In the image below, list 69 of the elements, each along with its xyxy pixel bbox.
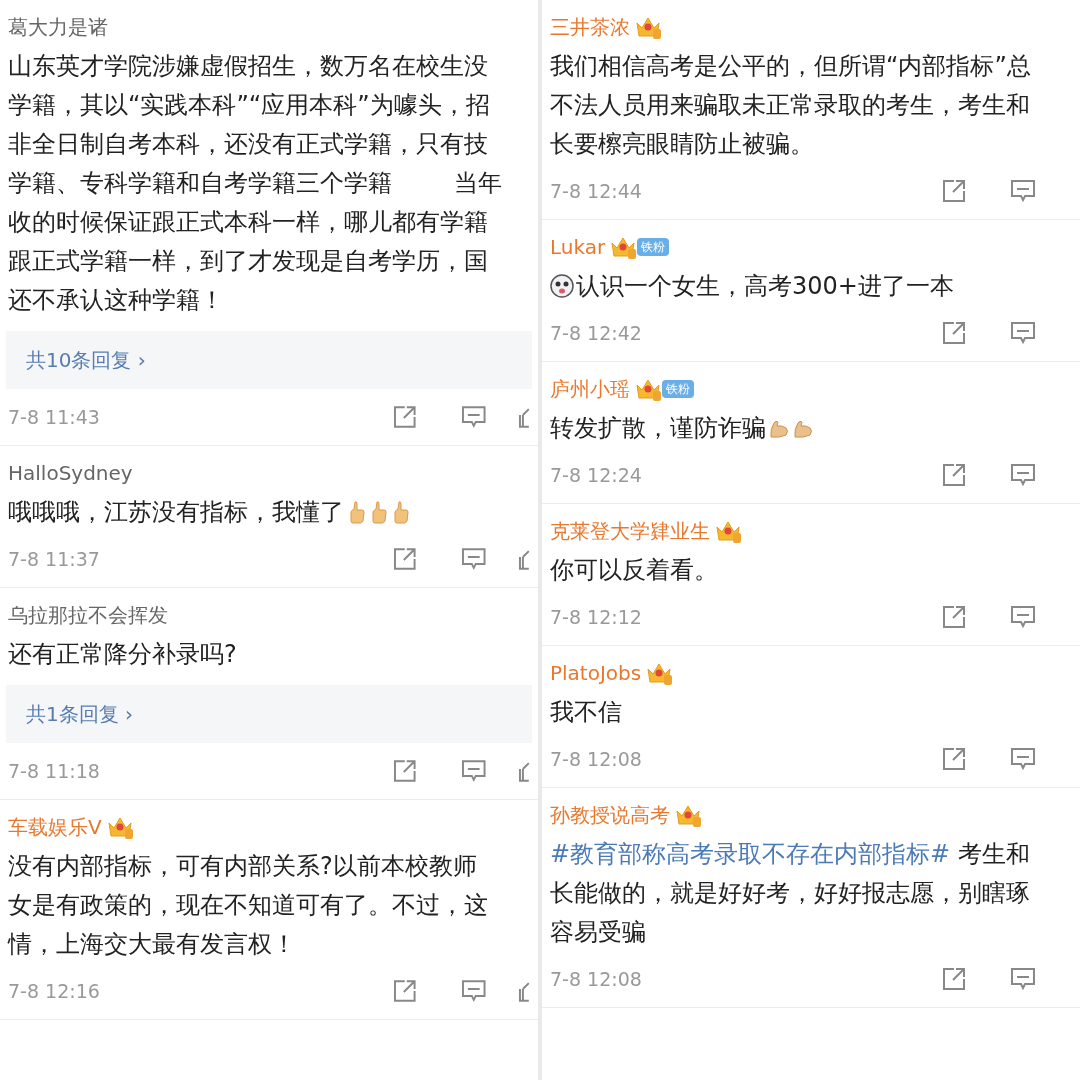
timestamp: 7-8 12:44	[550, 178, 643, 204]
username[interactable]: 三井茶浓	[550, 12, 630, 42]
comment-icon[interactable]	[1010, 967, 1036, 991]
share-icon[interactable]	[942, 463, 968, 487]
comment-text: 转发扩散，谨防诈骗	[550, 412, 766, 444]
emoji-icon	[550, 273, 574, 298]
comment-text: 没有内部指标，可有内部关系?以前本校教师	[8, 850, 477, 882]
comment-icon[interactable]	[1010, 179, 1036, 203]
comment-text: 还有正常降分补录吗?	[8, 638, 237, 670]
timestamp: 7-8 12:16	[8, 978, 101, 1004]
timestamp: 7-8 12:24	[550, 462, 643, 488]
comment-text: 学籍，其以“实践本科”“应用本科”为噱头，招	[8, 89, 490, 121]
share-icon[interactable]	[942, 967, 968, 991]
username[interactable]: 孙教授说高考	[550, 800, 670, 830]
share-icon[interactable]	[942, 605, 968, 629]
timestamp: 7-8 11:43	[8, 404, 101, 430]
comment-text: 还不承认这种学籍！	[8, 284, 224, 316]
comment-text: 当年	[454, 167, 502, 199]
comment-text: 学籍、专科学籍和自考学籍三个学籍	[8, 167, 392, 199]
comment-text: 长能做的，就是好好考，好好报志愿，别瞎琢	[550, 877, 1030, 909]
share-icon[interactable]	[393, 405, 419, 429]
fan-badge: 铁粉	[662, 380, 694, 398]
comment-text: 非全日制自考本科，还没有正式学籍，只有技	[8, 128, 488, 160]
replies-link[interactable]: 共1条回复 ›	[26, 699, 134, 729]
share-icon[interactable]	[942, 179, 968, 203]
comment-text: 长要檫亮眼睛防止被骗。	[550, 128, 814, 160]
username[interactable]: PlatoJobs	[550, 658, 642, 688]
username[interactable]: HalloSydney	[8, 458, 133, 488]
replies-link[interactable]: 共10条回复 ›	[26, 345, 146, 375]
username[interactable]: 乌拉那拉不会挥发	[8, 600, 168, 630]
username[interactable]: 车载娱乐V	[8, 812, 102, 842]
comment-text: 我不信	[550, 696, 622, 728]
comment-text: 考生和	[956, 838, 1030, 870]
share-icon[interactable]	[393, 759, 419, 783]
share-icon[interactable]	[393, 979, 419, 1003]
comment-text: 女是有政策的，现在不知道可有了。不过，这	[8, 889, 488, 921]
fan-badge: 铁粉	[637, 238, 670, 256]
comment-icon[interactable]	[460, 759, 487, 783]
timestamp: 7-8 11:18	[8, 758, 101, 784]
comment-icon[interactable]	[460, 979, 487, 1003]
timestamp: 7-8 12:08	[550, 966, 643, 992]
comment-icon[interactable]	[1010, 605, 1036, 629]
comment-icon[interactable]	[460, 405, 487, 429]
comment-icon[interactable]	[1010, 747, 1036, 771]
username[interactable]: Lukar	[550, 232, 606, 262]
timestamp: 7-8 12:08	[550, 746, 643, 772]
share-icon[interactable]	[393, 547, 419, 571]
timestamp: 7-8 11:37	[8, 546, 101, 572]
comment-text: 山东英才学院涉嫌虚假招生，数万名在校生没	[8, 50, 488, 82]
comment-text: 情，上海交大最有发言权！	[8, 928, 296, 960]
username[interactable]: 葛大力是诸	[8, 12, 108, 42]
share-icon[interactable]	[942, 747, 968, 771]
comment-text: 我们相信高考是公平的，但所谓“内部指标”总	[550, 50, 1031, 82]
share-icon[interactable]	[942, 321, 968, 345]
hashtag-link[interactable]: #教育部称高考录取不存在内部指标#	[550, 835, 951, 872]
comment-text: 不法人员用来骗取未正常录取的考生，考生和	[550, 89, 1030, 121]
comment-text: 收的时候保证跟正式本科一样，哪儿都有学籍	[8, 206, 488, 238]
comment-text: 认识一个女生，高考300+进了一本	[576, 270, 954, 302]
username[interactable]: 克莱登大学肄业生	[550, 516, 710, 546]
comment-icon[interactable]	[1010, 463, 1036, 487]
comment-text: 你可以反着看。	[550, 554, 718, 586]
timestamp: 7-8 12:12	[550, 604, 643, 630]
comment-icon[interactable]	[460, 547, 487, 571]
username[interactable]: 庐州小瑶	[550, 374, 630, 404]
comment-text: 容易受骗	[550, 916, 646, 948]
timestamp: 7-8 12:42	[550, 320, 643, 346]
comment-text: 哦哦哦，江苏没有指标，我懂了	[8, 496, 344, 528]
comment-icon[interactable]	[1010, 321, 1036, 345]
comment-text: 跟正式学籍一样，到了才发现是自考学历，国	[8, 245, 488, 277]
